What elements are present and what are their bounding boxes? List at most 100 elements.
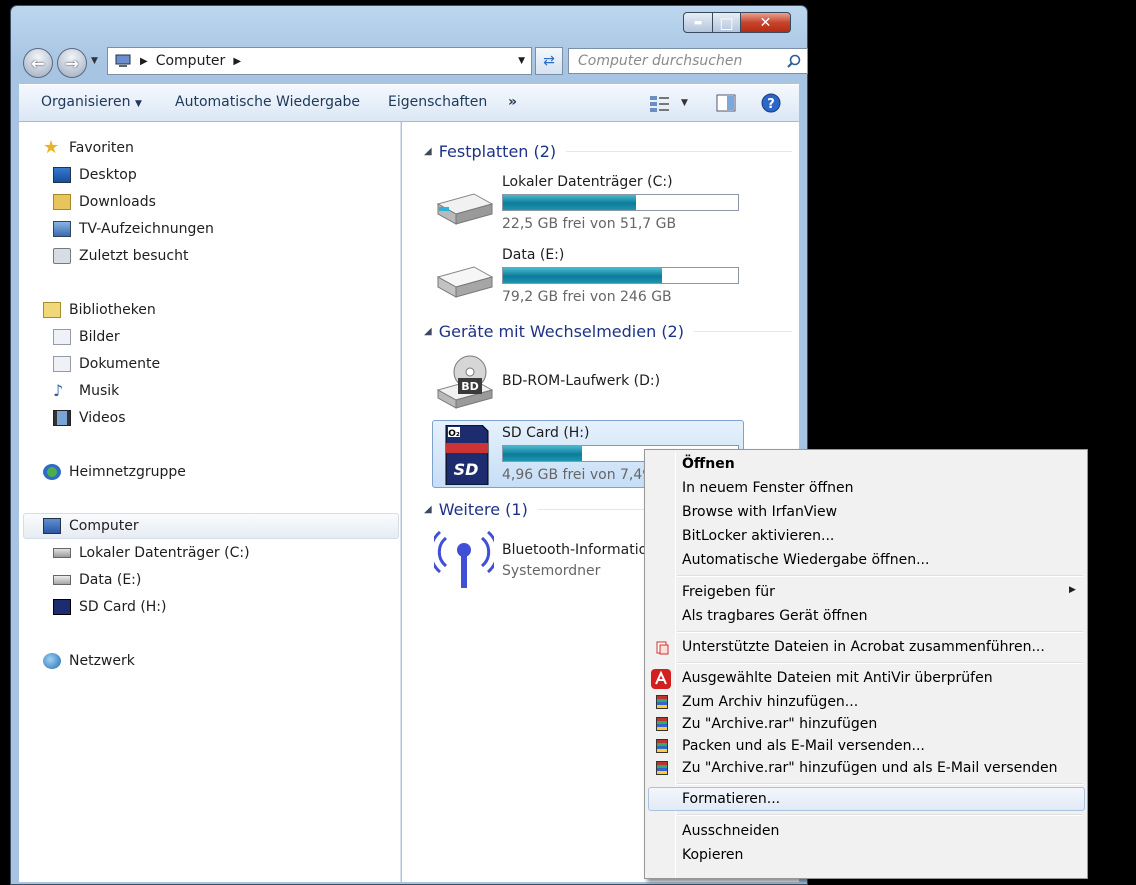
search-placeholder: Computer durchsuchen [578,53,743,69]
menu-item-portable[interactable]: Als tragbares Gerät öffnen [682,605,868,627]
breadcrumb-chevron-icon[interactable]: ▶ [233,56,241,67]
menu-item-copy[interactable]: Kopieren [682,844,743,866]
drive-item-e[interactable]: Data (E:) 79,2 GB frei von 246 GB [432,247,744,309]
star-icon: ★ [43,137,60,158]
nav-desktop[interactable]: Desktop [53,164,137,186]
computer-icon [43,518,61,534]
menu-item-cut[interactable]: Ausschneiden [682,820,779,842]
menu-item-rar-named-email[interactable]: Zu "Archive.rar" hinzufügen und als E-Ma… [682,757,1058,779]
nav-label: SD Card (H:) [79,599,167,615]
hard-drive-icon [53,575,71,585]
antivir-icon [651,669,671,689]
menu-item-rar-add-named[interactable]: Zu "Archive.rar" hinzufügen [682,713,877,735]
minimize-button[interactable]: ▬ [683,12,713,33]
nav-label: Zuletzt besucht [79,248,189,264]
more-commands-button[interactable]: » [508,94,517,110]
menu-icon-gutter [675,452,676,878]
organize-button[interactable]: Organisieren ▼ [41,94,142,110]
acrobat-icon [656,641,669,655]
group-title: Weitere (1) [438,499,528,519]
minimize-icon: ▬ [693,17,703,28]
nav-libraries[interactable]: Bibliotheken [43,299,156,321]
close-icon: ✕ [759,14,772,31]
hard-drive-icon [53,548,71,558]
menu-item-share[interactable]: Freigeben für [682,581,775,603]
nav-label: Computer [69,518,139,534]
nav-music[interactable]: ♪ Musik [53,380,119,402]
menu-item-antivir[interactable]: Ausgewählte Dateien mit AntiVir überprüf… [682,667,993,689]
menu-item-format[interactable]: Formatieren... [682,788,780,810]
search-input[interactable]: Computer durchsuchen [568,48,808,74]
address-bar[interactable]: ▶ Computer ▶ ▼ [107,47,532,75]
menu-item-acrobat[interactable]: Unterstützte Dateien in Acrobat zusammen… [682,636,1045,658]
nav-homegroup[interactable]: Heimnetzgruppe [43,461,186,483]
collapse-triangle-icon: ◢ [424,503,432,515]
winrar-icon [656,717,668,731]
breadcrumb-computer[interactable]: Computer [156,53,226,69]
group-divider [693,330,792,332]
menu-item-irfanview[interactable]: Browse with IrfanView [682,501,837,523]
drive-name: BD-ROM-Laufwerk (D:) [502,373,661,389]
drive-item-bd[interactable]: BD BD-ROM-Laufwerk (D:) [432,352,744,412]
close-button[interactable]: ✕ [741,12,791,33]
nav-label: Lokaler Datenträger (C:) [79,545,250,561]
autoplay-button[interactable]: Automatische Wiedergabe [175,94,360,110]
breadcrumb-separator-icon: ▶ [140,55,148,67]
navigation-pane: ★ Favoriten Desktop Downloads TV-Aufzeich… [19,122,401,882]
svg-text:BD: BD [461,380,479,393]
menu-item-open-new-window[interactable]: In neuem Fenster öffnen [682,477,853,499]
bluetooth-antenna-icon [434,530,494,588]
nav-network[interactable]: Netzwerk [43,650,135,672]
nav-tv-recordings[interactable]: TV-Aufzeichnungen [53,218,214,240]
nav-label: Downloads [79,194,156,210]
caption-buttons: ▬ □ ✕ [683,12,809,34]
capacity-fill [503,446,583,461]
address-dropdown-icon[interactable]: ▼ [518,56,525,66]
nav-pictures[interactable]: Bilder [53,326,120,348]
computer-icon [115,54,131,67]
drive-item-c[interactable]: Lokaler Datenträger (C:) 22,5 GB frei vo… [432,174,744,236]
nav-documents[interactable]: Dokumente [53,353,160,375]
nav-label: Bibliotheken [69,302,156,318]
capacity-bar [502,194,739,211]
item-type: Systemordner [502,563,601,579]
forward-button[interactable]: → [57,48,87,78]
winrar-icon [656,695,668,709]
nav-recent[interactable]: Zuletzt besucht [53,245,188,267]
group-title: Festplatten (2) [438,141,557,161]
nav-drive-c[interactable]: Lokaler Datenträger (C:) [53,542,250,564]
menu-item-open[interactable]: Öffnen [682,453,735,475]
nav-drive-e[interactable]: Data (E:) [53,569,141,591]
winrar-icon [656,761,668,775]
network-globe-icon [43,653,61,669]
nav-sd-card[interactable]: SD Card (H:) [53,596,167,618]
menu-separator [677,575,1083,577]
group-header-removable[interactable]: ◢ Geräte mit Wechselmedien (2) [424,320,792,342]
menu-item-rar-add[interactable]: Zum Archiv hinzufügen... [682,691,858,713]
view-options-icon[interactable] [649,95,671,113]
menu-separator [677,662,1083,664]
refresh-button[interactable]: ⇄ [535,47,563,75]
view-dropdown-icon[interactable]: ▼ [681,98,688,108]
menu-item-autoplay[interactable]: Automatische Wiedergabe öffnen... [682,549,929,571]
recent-pages-chevron-icon[interactable]: ▼ [91,56,98,66]
capacity-bar [502,267,739,284]
hard-drive-icon [436,266,494,298]
group-header-disks[interactable]: ◢ Festplatten (2) [424,140,792,162]
svg-text:SD: SD [454,460,479,479]
nav-label: Dokumente [79,356,161,372]
menu-item-bitlocker[interactable]: BitLocker aktivieren... [682,525,834,547]
menu-item-rar-email[interactable]: Packen und als E-Mail versenden... [682,735,925,757]
nav-downloads[interactable]: Downloads [53,191,156,213]
preview-pane-icon[interactable] [716,94,736,112]
videos-icon [53,410,71,426]
back-button[interactable]: ← [23,48,53,78]
nav-videos[interactable]: Videos [53,407,126,429]
help-icon[interactable]: ? [761,93,781,113]
nav-computer[interactable]: Computer [43,515,139,537]
nav-favorites[interactable]: ★ Favoriten [43,137,134,159]
properties-button[interactable]: Eigenschaften [388,94,487,110]
pictures-icon [53,329,71,345]
libraries-icon [43,302,61,318]
maximize-button[interactable]: □ [713,12,741,33]
